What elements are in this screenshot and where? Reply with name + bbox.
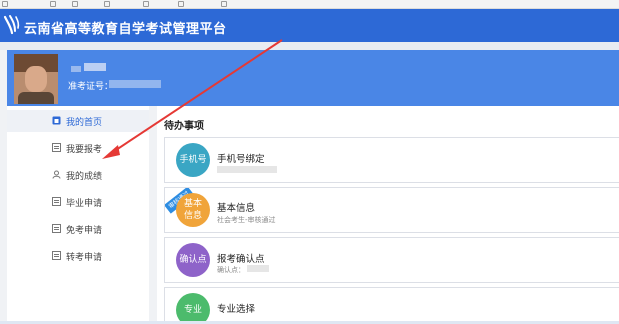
browser-toolbar: [0, 0, 619, 9]
toolbar-button-icon[interactable]: [104, 1, 110, 7]
task-card-confirmation-point[interactable]: 确认点 报考确认点 确认点：: [164, 237, 619, 283]
avatar: [14, 54, 58, 104]
person-icon: [52, 170, 61, 179]
site-header: 云南省高等教育自学考试管理平台: [0, 9, 619, 42]
task-title: 专业选择: [217, 304, 256, 315]
sidebar-item-transfer-application[interactable]: 转考申请: [7, 245, 149, 267]
sidebar-item-label: 我要报考: [66, 145, 103, 155]
document-icon: [52, 224, 61, 233]
task-card-phone-binding[interactable]: 手机号 手机号绑定: [164, 137, 619, 183]
task-subtitle: 社会考生-审核通过: [217, 216, 276, 224]
task-title: 报考确认点: [217, 254, 265, 265]
document-icon: [52, 143, 61, 152]
profile-banner: [7, 50, 619, 106]
user-name-redacted: [84, 63, 106, 71]
sidebar-item-graduation-application[interactable]: 毕业申请: [7, 191, 149, 213]
exam-number-redacted: [109, 80, 161, 88]
task-card-major-selection[interactable]: 专业 专业选择: [164, 287, 619, 324]
document-icon: [52, 197, 61, 206]
sidebar-item-home[interactable]: 我的首页: [7, 110, 149, 132]
home-icon[interactable]: [72, 1, 78, 7]
sidebar: 我的首页 我要报考 我的成绩 毕业申请 免考申请 转考申请: [7, 106, 149, 324]
task-title: 基本信息: [217, 203, 256, 214]
confirm-point-redacted: [247, 265, 269, 272]
site-title: 云南省高等教育自学考试管理平台: [24, 22, 227, 37]
back-icon[interactable]: [2, 1, 8, 7]
sidebar-item-register-exam[interactable]: 我要报考: [7, 137, 149, 159]
document-icon: [52, 251, 61, 260]
swirl-logo-icon: [3, 15, 20, 35]
sidebar-item-label: 我的首页: [66, 118, 103, 128]
sidebar-item-my-scores[interactable]: 我的成绩: [7, 164, 149, 186]
reload-icon[interactable]: [50, 1, 56, 7]
confirm-point-badge-icon: 确认点: [176, 243, 210, 277]
phone-number-redacted: [217, 166, 277, 173]
header-separator: [0, 42, 619, 50]
sidebar-item-exemption-application[interactable]: 免考申请: [7, 218, 149, 240]
sidebar-item-label: 转考申请: [66, 253, 103, 263]
sidebar-item-label: 免考申请: [66, 226, 103, 236]
toolbar-button-icon[interactable]: [221, 1, 227, 7]
sidebar-item-label: 我的成绩: [66, 172, 103, 182]
exam-number-label: 准考证号：: [68, 82, 114, 92]
sidebar-item-label: 毕业申请: [66, 199, 103, 209]
phone-badge-icon: 手机号: [176, 143, 210, 177]
toolbar-button-icon[interactable]: [143, 1, 149, 7]
user-name-redacted: [71, 66, 81, 72]
task-title: 手机号绑定: [217, 154, 265, 165]
task-subtitle: 确认点：: [217, 266, 245, 274]
task-card-basic-info[interactable]: 审核通过 基本 信息 基本信息 社会考生-审核通过: [164, 187, 619, 233]
home-icon: [52, 116, 61, 125]
toolbar-button-icon[interactable]: [178, 1, 184, 7]
major-badge-icon: 专业: [176, 293, 210, 324]
todo-title: 待办事项: [164, 121, 204, 132]
info-badge-icon: 基本 信息: [176, 193, 210, 227]
